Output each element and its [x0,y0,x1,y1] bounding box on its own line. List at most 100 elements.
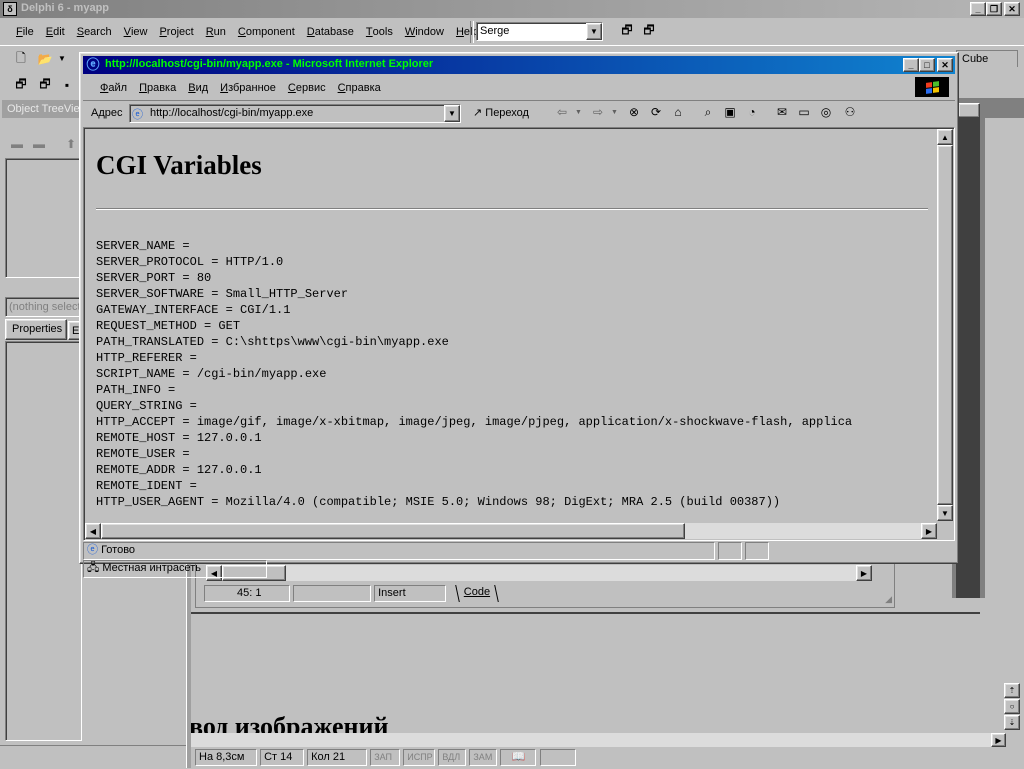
search-icon[interactable]: ⌕ [699,103,717,121]
delphi-menu-item[interactable]: Tools [360,23,399,41]
scroll-up-button[interactable]: ▲ [937,129,953,145]
doc-status-ovr: ЗАМ [469,749,498,766]
next-page-icon[interactable]: ⇣ [1004,715,1020,730]
inspector-grid[interactable] [5,341,82,741]
address-input[interactable]: ⓔ http://localhost/cgi-bin/myapp.exe ▼ [129,104,461,123]
delphi-menu-item[interactable]: Search [71,23,118,41]
document-statusbar: На 8,3см Ст 14 Кол 21 ЗАП ИСПР ВДЛ ЗАМ 📖 [195,749,975,768]
refresh-icon[interactable]: ⟳ [647,103,665,121]
close-button[interactable]: ✕ [1004,2,1020,16]
view-form-icon[interactable]: 🗗 [36,76,54,94]
editor-tab-code[interactable]: Code [455,585,500,602]
doc-status-empty [539,749,576,766]
ie-menu-item[interactable]: Сервис [282,79,332,97]
page-icon: ⓔ [87,544,98,556]
scroll-down-button[interactable]: ▼ [937,505,953,521]
open-icon[interactable]: 📂 [36,50,54,68]
scroll-thumb[interactable] [937,145,953,505]
edit-icon[interactable]: ◎ [817,103,835,121]
delphi-menu-item[interactable]: File [10,23,40,41]
ie-menu-item[interactable]: Справка [332,79,387,97]
ie-menu-item[interactable]: Вид [182,79,214,97]
ie-title: http://localhost/cgi-bin/myapp.exe - Mic… [105,58,434,70]
scroll-right-button[interactable]: ▶ [856,565,872,581]
inspector-combo[interactable]: (nothing select [5,297,82,317]
desktop-combo[interactable]: Serge ▼ [476,22,603,41]
cgi-variables-list: SERVER_NAME = SERVER_PROTOCOL = HTTP/1.0… [96,238,936,510]
minimize-button[interactable]: _ [903,58,919,72]
editor-tabstrip-button[interactable] [958,103,980,118]
back-icon[interactable]: ⇦ [553,103,571,121]
ie-menu-item[interactable]: Файл [94,79,133,97]
scroll-right-button[interactable]: ▶ [921,523,937,539]
delphi-menu-item[interactable]: View [118,23,154,41]
cgi-var-line: REMOTE_USER = [96,447,190,461]
chevron-down-icon[interactable]: ▼ [586,23,602,40]
print-icon[interactable]: ▭ [795,103,813,121]
ie-menu-item[interactable]: Правка [133,79,182,97]
delphi-menu-item[interactable]: Run [200,23,232,41]
minimize-button[interactable]: _ [970,2,986,16]
delphi-menu-item[interactable]: Window [399,23,450,41]
delphi-title: Delphi 6 - myapp [21,2,110,14]
delphi-menu-item[interactable]: Project [153,23,199,41]
delphi-title-bar: δ Delphi 6 - myapp _ ❐ ✕ [0,0,1024,18]
up-arrow-icon[interactable]: ⬆ [62,135,80,153]
history-icon[interactable]: ◔ [743,103,761,121]
doc-status-ext: ВДЛ [438,749,467,766]
close-button[interactable]: ✕ [937,58,953,72]
toggle-icon[interactable]: ▪ [58,76,76,94]
editor-backdrop-dark [956,118,980,598]
stop-icon[interactable]: ⊗ [625,103,643,121]
desktop-combo-value: Serge [480,25,510,37]
size-grip-icon[interactable]: ◢ [885,594,892,605]
home-icon[interactable]: ⌂ [669,103,687,121]
delphi-menu-item[interactable]: Component [232,23,301,41]
go-button[interactable]: ↗ Переход [473,106,529,119]
mail-icon[interactable]: ✉ [773,103,791,121]
new-icon[interactable]: 🗋 [12,50,30,68]
object-treeview-panel: Object TreeVie ▬ ▬ ⬆ [0,98,82,298]
scroll-thumb[interactable] [101,523,685,539]
ie-hscroll[interactable]: ◀ ▶ [85,523,937,539]
messenger-icon[interactable]: ⚇ [841,103,859,121]
set-debug-desktop-icon[interactable]: 🗗 [640,22,658,40]
delphi-menu-item[interactable]: Edit [40,23,71,41]
chevron-down-icon[interactable]: ▼ [444,105,460,122]
document-hscroll[interactable]: ▶ [191,733,1006,747]
treeview-icon[interactable]: ▬ [30,135,48,153]
editor-hscroll[interactable]: ◀ ▶ [206,565,872,581]
spelling-icon[interactable]: 📖 [500,749,537,766]
chevron-down-icon[interactable]: ▼ [575,109,582,116]
prev-page-icon[interactable]: ⇡ [1004,683,1020,698]
delphi-menu-item[interactable]: Database [301,23,360,41]
chevron-down-icon[interactable]: ▼ [611,109,618,116]
ie-vscroll[interactable]: ▲ ▼ [937,129,953,521]
maximize-button[interactable]: □ [919,58,935,72]
tab-properties[interactable]: Properties [5,319,67,340]
view-unit-icon[interactable]: 🗗 [12,76,30,94]
select-browse-icon[interactable]: ○ [1004,699,1020,714]
restore-button[interactable]: ❐ [986,2,1002,16]
forward-icon[interactable]: ⇨ [589,103,607,121]
scroll-right-button[interactable]: ▶ [991,733,1006,747]
treeview-list[interactable] [5,158,82,278]
document-vscroll[interactable]: ⇡ ○ ⇣ [1004,683,1022,733]
page-title: CGI Variables [96,150,262,180]
intranet-icon: 🖧 [87,562,100,574]
favorites-icon[interactable]: ▣ [721,103,739,121]
ie-title-bar: ⓔ http://localhost/cgi-bin/myapp.exe - M… [83,56,955,74]
editor-modified [293,585,372,602]
palette-tab-cube[interactable]: Cube [956,50,1018,67]
open-dropdown-icon[interactable]: ▼ [58,54,66,63]
scroll-left-button[interactable]: ◀ [85,523,101,539]
treeview-icon[interactable]: ▬ [8,135,26,153]
left-bottom-panel [0,745,190,769]
cgi-var-line: PATH_TRANSLATED = C:\shttps\www\cgi-bin\… [96,335,449,349]
cgi-var-line: SERVER_NAME = [96,239,190,253]
ie-menu-item[interactable]: Избранное [214,79,282,97]
doc-status-position: На 8,3см [195,749,257,766]
save-desktop-icon[interactable]: 🗗 [618,22,636,40]
ie-status-zone: 🖧 Местная интрасеть [83,560,267,578]
ie-status-lock [745,542,770,560]
